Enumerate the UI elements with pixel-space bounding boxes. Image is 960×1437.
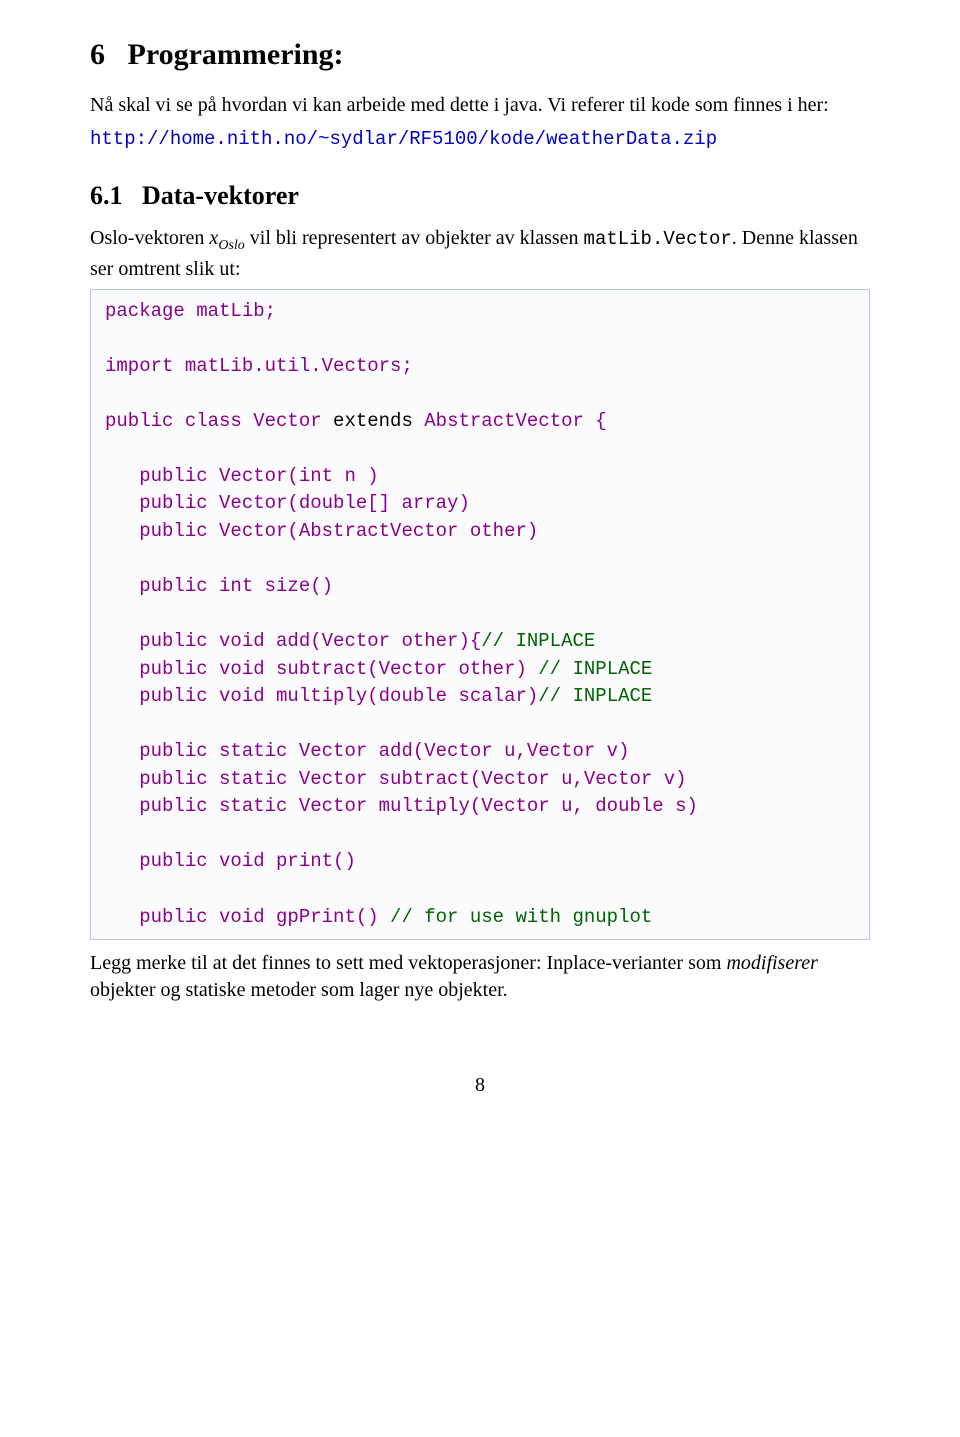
code-line: AbstractVector { (413, 410, 607, 432)
text-fragment: Oslo-vektoren (90, 227, 209, 249)
source-url: http://home.nith.no/~sydlar/RF5100/kode/… (90, 128, 717, 150)
code-line: public void subtract(Vector other) (105, 658, 538, 680)
variable-subscript: Oslo (218, 238, 244, 253)
code-line: public void add(Vector other){ (105, 630, 481, 652)
class-intro-paragraph: Oslo-vektoren xOslo vil bli representert… (90, 225, 870, 283)
code-line: package matLib; (105, 300, 276, 322)
code-line: public Vector(AbstractVector other) (105, 520, 538, 542)
code-line: public static Vector subtract(Vector u,V… (105, 768, 687, 790)
variable-x: x (209, 227, 218, 249)
code-comment: // INPLACE (538, 685, 652, 707)
text-fragment: Legg merke til at det finnes to sett med… (90, 952, 726, 974)
code-line: public void print() (105, 850, 356, 872)
intro-paragraph: Nå skal vi se på hvordan vi kan arbeide … (90, 92, 870, 119)
code-line: public void multiply(double scalar) (105, 685, 538, 707)
code-comment: // INPLACE (538, 658, 652, 680)
code-comment: // INPLACE (481, 630, 595, 652)
class-name-mono: matLib.Vector (584, 228, 732, 250)
text-fragment: vil bli representert av objekter av klas… (245, 227, 584, 249)
code-line: public static Vector add(Vector u,Vector… (105, 740, 630, 762)
emphasized-word: modifiserer (726, 952, 817, 974)
subsection-heading: 6.1 Data-vektorer (90, 181, 870, 211)
code-comment: // for use with gnuplot (390, 906, 652, 928)
text-fragment: objekter og statiske metoder som lager n… (90, 979, 508, 1001)
code-line: import matLib.util.Vectors; (105, 355, 413, 377)
outro-paragraph: Legg merke til at det finnes to sett med… (90, 950, 870, 1004)
code-line: public Vector(double[] array) (105, 492, 470, 514)
code-line: public int size() (105, 575, 333, 597)
code-listing: package matLib; import matLib.util.Vecto… (90, 289, 870, 941)
page-number: 8 (90, 1074, 870, 1097)
code-line: public void gpPrint() (105, 906, 390, 928)
code-line: public Vector(int n ) (105, 465, 379, 487)
code-line: public static Vector multiply(Vector u, … (105, 795, 698, 817)
section-heading: 6 Programmering: (90, 38, 870, 72)
code-line: public class Vector (105, 410, 333, 432)
code-keyword: extends (333, 410, 413, 432)
